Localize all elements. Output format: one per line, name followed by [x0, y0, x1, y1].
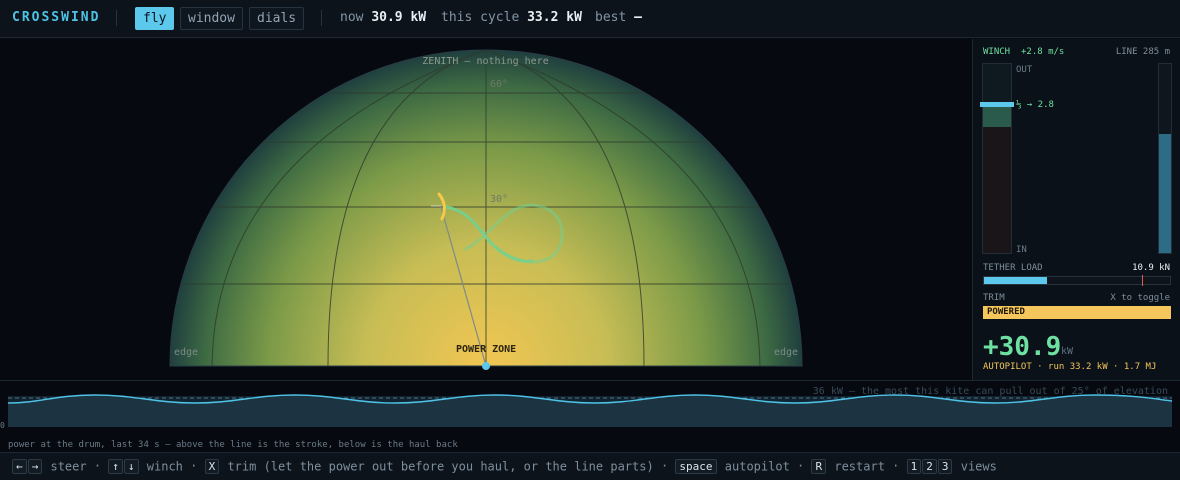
trim-label: TRIM — [983, 293, 1005, 303]
steer-label: steer — [50, 459, 87, 474]
key-left[interactable]: ← — [12, 459, 27, 474]
line-length-meter — [1158, 63, 1172, 254]
tether-load-value: 10.9 kN — [1132, 263, 1170, 273]
views-key-label: views — [960, 459, 997, 474]
trim-hint: X to toggle — [1110, 293, 1170, 303]
stat-cycle-value: 33.2 kW — [527, 10, 582, 25]
power-history-caption: power at the drum, last 34 s — above the… — [8, 440, 458, 450]
tab-dials[interactable]: dials — [249, 7, 305, 30]
edge-right-label: edge — [774, 347, 799, 358]
gauge-in-label: IN — [1016, 245, 1027, 255]
winch-gauge[interactable] — [980, 63, 1014, 254]
tether-load-fill — [984, 277, 1048, 284]
winch-key-label: winch — [146, 459, 183, 474]
sky-view[interactable]: ZENITH — nothing here 60° 30° edge edge … — [0, 39, 971, 380]
top-bar: CROSSWIND fly window dials now 30.9 kW t… — [0, 0, 1180, 38]
stat-best-value: — — [634, 10, 642, 25]
key-down[interactable]: ↓ — [123, 459, 139, 474]
stat-now-label: now — [340, 10, 364, 25]
power-readout: +30.9 — [983, 332, 1062, 362]
power-zone-label: POWER ZONE — [456, 344, 517, 355]
key-space[interactable]: space — [675, 459, 717, 474]
key-x[interactable]: X — [204, 459, 220, 474]
winch-setpoint-handle[interactable] — [980, 102, 1014, 107]
divider — [321, 10, 322, 26]
gauge-reel-fill — [983, 104, 1011, 127]
line-length: LINE 285 m — [1115, 47, 1170, 57]
restart-key-label: restart — [834, 459, 885, 474]
instrument-panel: WINCH +2.8 m/s LINE 285 m OUT ⅓ → 2.8 IN… — [972, 39, 1180, 380]
power-unit: kW — [1061, 346, 1074, 357]
key-3[interactable]: 3 — [937, 459, 953, 474]
zero-axis-label: 0 — [0, 421, 5, 430]
tab-window[interactable]: window — [180, 7, 243, 30]
zenith-label: ZENITH — nothing here — [422, 56, 549, 67]
tab-fly[interactable]: fly — [135, 7, 175, 30]
autopilot-key-label: autopilot — [724, 459, 790, 474]
key-1[interactable]: 1 — [906, 459, 922, 474]
tether-break-limit — [1142, 275, 1144, 286]
autopilot-status: AUTOPILOT · run 33.2 kW · 1.7 MJ — [983, 362, 1157, 372]
stat-now-value: 30.9 kW — [371, 10, 427, 25]
stat-now: now 30.9 kW — [340, 10, 426, 25]
threshold-note: 36 kW — the most this kite can pull out … — [812, 386, 1168, 397]
divider — [116, 10, 117, 26]
stat-best-label: best — [595, 10, 627, 25]
trim-toggle[interactable]: POWERED — [983, 306, 1171, 319]
gauge-marker-label: ⅓ → 2.8 — [1016, 100, 1054, 110]
key-r[interactable]: R — [811, 459, 827, 474]
app-title: CROSSWIND — [12, 10, 101, 25]
stat-cycle-label: this cycle — [441, 10, 520, 25]
winch-label: WINCH — [983, 47, 1011, 57]
line-length-fill — [1159, 133, 1171, 253]
key-2[interactable]: 2 — [922, 459, 937, 474]
key-legend: ← → steer · ↑ ↓ winch · X trim (let the po… — [0, 452, 1180, 480]
winch-speed: +2.8 m/s — [1021, 47, 1065, 57]
tether-load-bar — [983, 275, 1171, 286]
key-up[interactable]: ↑ — [108, 459, 123, 474]
key-right[interactable]: → — [27, 459, 43, 474]
stat-cycle: this cycle 33.2 kW — [441, 10, 582, 25]
wind-window-dome — [169, 49, 803, 370]
edge-left-label: edge — [174, 347, 199, 358]
tether-load-label: TETHER LOAD — [983, 263, 1043, 273]
trim-key-label: trim (let the power out before you haul,… — [227, 459, 654, 474]
ground-station-icon — [482, 362, 490, 370]
elevation-30-label: 30° — [490, 194, 509, 205]
stat-best: best — — [595, 10, 642, 25]
elevation-60-label: 60° — [490, 79, 509, 90]
power-history: 36 kW — the most this kite can pull out … — [0, 380, 1180, 452]
gauge-out-label: OUT — [1016, 65, 1033, 75]
